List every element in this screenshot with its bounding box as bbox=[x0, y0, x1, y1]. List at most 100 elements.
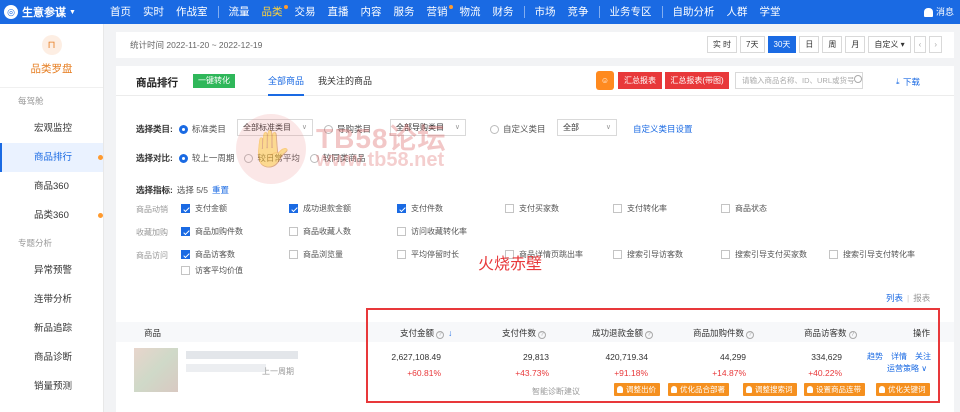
nav-logistics[interactable]: 物流 bbox=[454, 0, 487, 24]
sidebar-item-sales-forecast[interactable]: 销量预测 bbox=[0, 372, 103, 401]
metric-checkbox-product-status[interactable]: 商品状态 bbox=[721, 203, 767, 214]
op-trend-link[interactable]: 趋势 bbox=[867, 351, 883, 362]
help-icon[interactable]: ? bbox=[746, 331, 755, 339]
summary-report-chart-button[interactable]: 汇总报表(带图) bbox=[665, 72, 729, 89]
metric-checkbox-visitor-value[interactable]: 访客平均价值 bbox=[181, 265, 243, 276]
suggest-adjust-bid-button[interactable]: 调整出价 bbox=[614, 383, 660, 396]
search-input[interactable] bbox=[735, 72, 863, 89]
metric-checkbox-search-conversion[interactable]: 搜索引导支付转化率 bbox=[829, 249, 915, 260]
radio-guide-category[interactable] bbox=[324, 124, 333, 134]
guide-category-select[interactable]: 全部导购类目 ∨ bbox=[390, 119, 466, 136]
suggest-optimize-deploy-button[interactable]: 优化品合部署 bbox=[668, 383, 729, 396]
metric-checkbox-fav-users[interactable]: 商品收藏人数 bbox=[289, 226, 351, 237]
prev-period-button[interactable]: ‹ bbox=[913, 36, 927, 53]
nav-marketing[interactable]: 营销 bbox=[421, 0, 454, 24]
col-visitors[interactable]: 商品访客数? bbox=[804, 327, 857, 339]
search-icon[interactable] bbox=[854, 75, 862, 83]
op-strategy-link[interactable]: 运营策略 ∨ bbox=[887, 363, 927, 374]
radio-compare-prev[interactable] bbox=[178, 153, 188, 163]
nav-school[interactable]: 学堂 bbox=[754, 0, 787, 24]
sidebar-item-cross-sell[interactable]: 连带分析 bbox=[0, 285, 103, 314]
metric-checkbox-avg-stay[interactable]: 平均停留时长 bbox=[397, 249, 459, 260]
message-button[interactable]: 消息 bbox=[923, 0, 954, 24]
metric-checkbox-pageviews[interactable]: 商品浏览量 bbox=[289, 249, 343, 260]
tab-all-products[interactable]: 全部商品 bbox=[268, 66, 305, 96]
nav-category[interactable]: 品类 bbox=[256, 0, 289, 24]
metric-checkbox-pay-conversion[interactable]: 支付转化率 bbox=[613, 203, 667, 214]
suggest-search-terms-button[interactable]: 调整搜索词 bbox=[743, 383, 797, 396]
date-btn-month[interactable]: 月 bbox=[845, 36, 866, 53]
date-btn-7d[interactable]: 7天 bbox=[740, 36, 765, 53]
custom-category-select[interactable]: 全部 ∨ bbox=[557, 119, 617, 136]
nav-finance[interactable]: 财务 bbox=[487, 0, 520, 24]
metric-checkbox-pay-qty[interactable]: 支付件数 bbox=[397, 203, 443, 214]
nav-business-zone[interactable]: 业务专区 bbox=[604, 0, 658, 24]
metric-checkbox-visitors[interactable]: 商品访客数 bbox=[181, 249, 235, 260]
robot-icon[interactable]: ☺ bbox=[596, 71, 614, 90]
metric-checkbox-pay-buyers[interactable]: 支付买家数 bbox=[505, 203, 559, 214]
metric-checkbox-cart-qty[interactable]: 商品加购件数 bbox=[181, 226, 243, 237]
date-btn-30d[interactable]: 30天 bbox=[767, 36, 797, 53]
metric-checkbox-refund-amount[interactable]: 成功退款金额 bbox=[289, 203, 351, 214]
reset-link[interactable]: 重置 bbox=[212, 184, 229, 196]
nav-traffic[interactable]: 流量 bbox=[223, 0, 256, 24]
nav-trade[interactable]: 交易 bbox=[289, 0, 322, 24]
nav-live[interactable]: 直播 bbox=[322, 0, 355, 24]
sort-desc-icon[interactable]: ↓ bbox=[448, 328, 452, 338]
date-btn-custom[interactable]: 自定义 ▾ bbox=[868, 36, 911, 53]
radio-standard-category[interactable] bbox=[178, 124, 188, 134]
sidebar-item-new-product-tracking[interactable]: 新品追踪 bbox=[0, 314, 103, 343]
radio-compare-similar[interactable] bbox=[309, 153, 319, 163]
product-thumbnail[interactable] bbox=[134, 348, 178, 392]
metric-checkbox-pay-amount[interactable]: 支付金额 bbox=[181, 203, 227, 214]
sidebar-item-macro-monitor[interactable]: 宏观监控 bbox=[0, 114, 103, 143]
sidebar-item-category-360[interactable]: 品类360 bbox=[0, 201, 103, 230]
nav-realtime[interactable]: 实时 bbox=[137, 0, 170, 24]
app-logo[interactable]: ◎ 生意参谋 ▼ bbox=[0, 4, 104, 20]
tab-followed-products[interactable]: 我关注的商品 bbox=[318, 66, 372, 96]
summary-report-button[interactable]: 汇总报表 bbox=[618, 72, 662, 89]
product-title-blurred[interactable] bbox=[186, 351, 298, 359]
col-pay-qty[interactable]: 支付件数? bbox=[502, 327, 547, 339]
custom-category-settings-link[interactable]: 自定义类目设置 bbox=[633, 121, 693, 137]
one-key-convert-button[interactable]: 一键转化 bbox=[193, 74, 235, 88]
view-list-link[interactable]: 列表 bbox=[886, 293, 903, 303]
help-icon[interactable]: ? bbox=[645, 331, 654, 339]
nav-service[interactable]: 服务 bbox=[388, 0, 421, 24]
suggest-cross-sell-button[interactable]: 设置商品连带 bbox=[804, 383, 865, 396]
help-icon[interactable]: ? bbox=[436, 331, 445, 339]
radio-custom-category[interactable] bbox=[490, 124, 499, 134]
view-chart-link[interactable]: 报表 bbox=[913, 293, 930, 303]
nav-market[interactable]: 市场 bbox=[529, 0, 562, 24]
sidebar-item-anomaly-alert[interactable]: 异常预警 bbox=[0, 256, 103, 285]
nav-home[interactable]: 首页 bbox=[104, 0, 137, 24]
download-link[interactable]: 下载 bbox=[903, 76, 920, 88]
date-btn-realtime[interactable]: 实 时 bbox=[706, 36, 738, 53]
nav-crowd[interactable]: 人群 bbox=[721, 0, 754, 24]
sidebar-item-product-ranking[interactable]: 商品排行 bbox=[0, 143, 103, 172]
help-icon[interactable]: ? bbox=[538, 331, 547, 339]
radio-compare-avg[interactable] bbox=[244, 153, 254, 163]
sidebar-item-product-360[interactable]: 商品360 bbox=[0, 172, 103, 201]
nav-self-analysis[interactable]: 自助分析 bbox=[667, 0, 721, 24]
metric-count: 选择 5/5 bbox=[176, 185, 209, 195]
nav-war-room[interactable]: 作战室 bbox=[170, 0, 214, 24]
col-refund-amount[interactable]: 成功退款金额? bbox=[592, 327, 654, 339]
sidebar-item-product-diagnosis[interactable]: 商品诊断 bbox=[0, 343, 103, 372]
date-btn-day[interactable]: 日 bbox=[799, 36, 820, 53]
metric-checkbox-fav-conversion[interactable]: 访问收藏转化率 bbox=[397, 226, 467, 237]
metric-checkbox-search-buyers[interactable]: 搜索引导支付买家数 bbox=[721, 249, 807, 260]
help-icon[interactable]: ? bbox=[848, 331, 857, 339]
col-cart-qty[interactable]: 商品加购件数? bbox=[693, 327, 755, 339]
standard-category-select[interactable]: 全部标准类目 ∨ bbox=[237, 119, 313, 136]
next-period-button[interactable]: › bbox=[929, 36, 942, 53]
nav-competition[interactable]: 竞争 bbox=[562, 0, 595, 24]
date-btn-week[interactable]: 周 bbox=[822, 36, 843, 53]
suggest-keywords-button[interactable]: 优化关键词 bbox=[876, 383, 930, 396]
col-pay-amount[interactable]: 支付金额? ↓ bbox=[400, 327, 452, 339]
op-detail-link[interactable]: 详情 bbox=[891, 351, 907, 362]
op-follow-link[interactable]: 关注 bbox=[915, 351, 931, 362]
button-label: 调整搜索词 bbox=[755, 385, 793, 394]
metric-checkbox-search-visitors[interactable]: 搜索引导访客数 bbox=[613, 249, 683, 260]
nav-content[interactable]: 内容 bbox=[355, 0, 388, 24]
